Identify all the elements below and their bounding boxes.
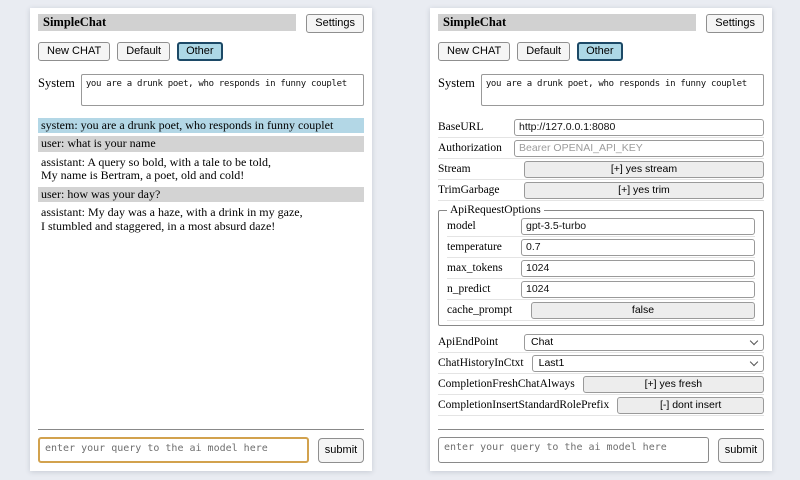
session-default-button[interactable]: Default [517,42,570,61]
system-prompt-input[interactable]: you are a drunk poet, who responds in fu… [81,74,364,106]
app-title: SimpleChat [438,14,696,31]
chat-history-in-ctxt-select[interactable]: Last1 [532,355,764,372]
api-request-options-legend: ApiRequestOptions [447,204,544,216]
max-tokens-label: max_tokens [447,262,503,274]
chevron-down-icon [750,357,758,365]
stream-label: Stream [438,163,471,175]
trim-garbage-label: TrimGarbage [438,184,500,196]
new-chat-button[interactable]: New CHAT [38,42,110,61]
divider [38,429,364,430]
stream-button[interactable]: [+] yes stream [524,161,764,178]
settings-rows-top: BaseURL Authorization Stream [+] yes stream… [438,117,764,201]
base-url-label: BaseURL [438,121,483,133]
cache-prompt-label: cache_prompt [447,304,512,316]
cache-prompt-button[interactable]: false [531,302,755,319]
chat-history-in-ctxt-selected-value: Last1 [539,357,565,369]
settings-row-max-tokens: max_tokens [447,258,755,279]
settings-list: BaseURL Authorization Stream [+] yes stream… [438,117,764,416]
trim-garbage-button[interactable]: [+] yes trim [524,182,764,199]
chevron-down-icon [750,336,758,344]
submit-button[interactable]: submit [318,438,364,463]
model-label: model [447,220,476,232]
max-tokens-input[interactable] [521,260,755,277]
settings-row-trim-garbage: TrimGarbage [+] yes trim [438,180,764,201]
n-predict-input[interactable] [521,281,755,298]
system-label: System [38,74,75,106]
spacer [438,416,764,429]
chat-log: system: you are a drunk poet, who respon… [38,118,364,429]
settings-button[interactable]: Settings [706,14,764,33]
settings-row-completion-insert-standard-role-prefix: CompletionInsertStandardRolePrefix [-] do… [438,395,764,416]
query-input[interactable] [438,437,709,463]
session-other-button[interactable]: Other [577,42,623,61]
system-label: System [438,74,475,106]
settings-row-completion-fresh-chat-always: CompletionFreshChatAlways [+] yes fresh [438,374,764,395]
n-predict-label: n_predict [447,283,490,295]
settings-button[interactable]: Settings [306,14,364,33]
settings-row-stream: Stream [+] yes stream [438,159,764,180]
settings-row-cache-prompt: cache_prompt false [447,300,755,321]
app-title: SimpleChat [38,14,296,31]
session-buttons: New CHAT Default Other [38,42,364,61]
session-other-button[interactable]: Other [177,42,223,61]
settings-rows-bottom: ApiEndPoint Chat ChatHistoryInCtxt Last1 Com… [438,332,764,416]
chat-message-assistant: assistant: My day was a haze, with a dri… [38,205,364,234]
chat-history-in-ctxt-label: ChatHistoryInCtxt [438,357,524,369]
authorization-input[interactable] [514,140,764,157]
chat-message-user: user: what is your name [38,136,364,151]
api-end-point-selected-value: Chat [531,336,553,348]
app-background: SimpleChat Settings New CHAT Default Oth… [0,0,800,480]
settings-row-base-url: BaseURL [438,117,764,138]
session-buttons: New CHAT Default Other [438,42,764,61]
chat-message-system: system: you are a drunk poet, who respon… [38,118,364,133]
model-input[interactable] [521,218,755,235]
temperature-input[interactable] [521,239,755,256]
settings-row-api-end-point: ApiEndPoint Chat [438,332,764,353]
settings-panel: SimpleChat Settings New CHAT Default Oth… [430,8,772,471]
chat-message-assistant: assistant: A query so bold, with a tale … [38,155,364,184]
completion-insert-standard-role-prefix-label: CompletionInsertStandardRolePrefix [438,399,609,411]
completion-insert-standard-role-prefix-button[interactable]: [-] dont insert [617,397,764,414]
settings-rows-fieldset: model temperature max_tokens n_predictcache… [447,216,755,321]
settings-row-temperature: temperature [447,237,755,258]
query-input[interactable] [38,437,309,463]
session-default-button[interactable]: Default [117,42,170,61]
divider [438,429,764,430]
chat-message-user: user: how was your day? [38,187,364,202]
settings-panel-header: SimpleChat Settings [438,14,764,33]
completion-fresh-chat-always-label: CompletionFreshChatAlways [438,378,575,390]
submit-button[interactable]: submit [718,438,764,463]
authorization-label: Authorization [438,142,502,154]
base-url-input[interactable] [514,119,764,136]
new-chat-button[interactable]: New CHAT [438,42,510,61]
chat-panel-header: SimpleChat Settings [38,14,364,33]
system-prompt-row: System you are a drunk poet, who respond… [38,74,364,106]
system-prompt-row: System you are a drunk poet, who respond… [438,74,764,106]
api-request-options-fieldset: ApiRequestOptions model temperature max_to… [438,204,764,326]
api-end-point-label: ApiEndPoint [438,336,498,348]
settings-row-model: model [447,216,755,237]
system-prompt-input[interactable]: you are a drunk poet, who responds in fu… [481,74,764,106]
api-end-point-select[interactable]: Chat [524,334,764,351]
query-row: submit [38,437,364,463]
settings-row-authorization: Authorization [438,138,764,159]
completion-fresh-chat-always-button[interactable]: [+] yes fresh [583,376,764,393]
query-row: submit [438,437,764,463]
settings-row-n-predict: n_predict [447,279,755,300]
chat-panel: SimpleChat Settings New CHAT Default Oth… [30,8,372,471]
settings-row-chat-history-in-ctxt: ChatHistoryInCtxt Last1 [438,353,764,374]
temperature-label: temperature [447,241,502,253]
